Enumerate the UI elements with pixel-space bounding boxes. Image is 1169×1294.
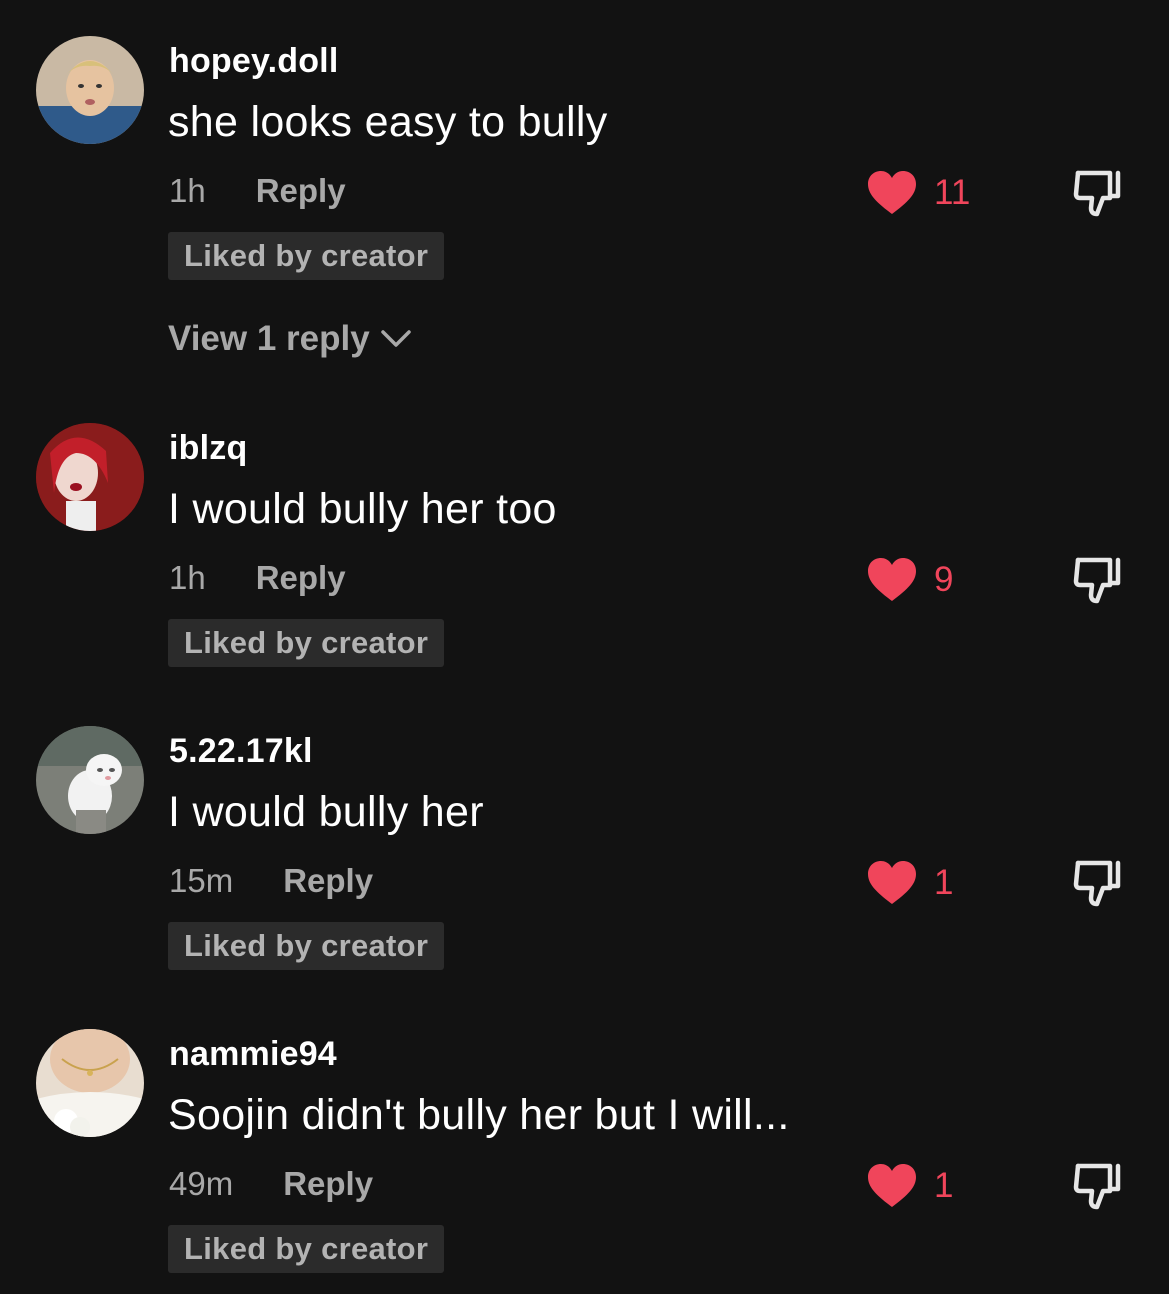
avatar[interactable] [36, 36, 144, 144]
like-button[interactable]: 1 [866, 860, 953, 906]
like-button[interactable]: 1 [866, 1163, 953, 1209]
comment-username[interactable]: hopey.doll [169, 42, 338, 81]
comment-timestamp: 15m [169, 862, 234, 899]
comment-timestamp: 49m [169, 1165, 234, 1202]
avatar-image [36, 36, 144, 144]
heart-icon [868, 1164, 916, 1207]
reply-button[interactable]: Reply [256, 559, 346, 597]
liked-by-creator-badge: Liked by creator [168, 619, 445, 667]
thumbs-down-icon [1073, 557, 1121, 604]
liked-by-creator-badge: Liked by creator [168, 232, 445, 280]
comment-username[interactable]: 5.22.17kl [169, 732, 313, 771]
comment-text: I would bully her [168, 788, 484, 836]
like-count: 9 [934, 560, 954, 599]
comment-timestamp: 1h [169, 172, 206, 209]
like-count: 1 [934, 1166, 954, 1205]
heart-icon [868, 861, 916, 904]
reply-button[interactable]: Reply [283, 862, 373, 900]
heart-icon [868, 558, 916, 601]
dislike-button[interactable] [1072, 555, 1124, 605]
avatar-image [36, 1029, 144, 1137]
liked-by-creator-badge: Liked by creator [168, 922, 445, 970]
avatar-image [36, 726, 144, 834]
dislike-button[interactable] [1072, 1161, 1124, 1211]
like-count: 11 [934, 173, 971, 212]
chevron-down-icon [380, 330, 411, 347]
like-count: 1 [934, 863, 954, 902]
reply-button[interactable]: Reply [283, 1165, 373, 1203]
avatar[interactable] [36, 423, 144, 531]
comment-timestamp: 1h [169, 559, 206, 596]
dislike-button[interactable] [1072, 168, 1124, 218]
view-replies-button[interactable]: View 1 reply [168, 319, 412, 359]
thumbs-down-icon [1073, 1163, 1121, 1210]
comment-meta: 49m Reply [169, 1165, 373, 1203]
comment-meta: 1h Reply [169, 172, 346, 210]
like-button[interactable]: 11 [866, 170, 970, 216]
reply-button[interactable]: Reply [256, 172, 346, 210]
thumbs-down-icon [1073, 860, 1121, 907]
thumbs-down-icon [1073, 170, 1121, 217]
dislike-button[interactable] [1072, 858, 1124, 908]
comment-meta: 1h Reply [169, 559, 346, 597]
comment-text: I would bully her too [168, 485, 557, 533]
avatar-image [36, 423, 144, 531]
like-button[interactable]: 9 [866, 557, 953, 603]
comment-text: she looks easy to bully [168, 98, 608, 146]
comment-meta: 15m Reply [169, 862, 373, 900]
heart-icon [868, 171, 916, 214]
comment-username[interactable]: nammie94 [169, 1035, 337, 1074]
avatar[interactable] [36, 1029, 144, 1137]
comment-text: Soojin didn't bully her but I will... [168, 1091, 790, 1139]
comment-username[interactable]: iblzq [169, 429, 247, 468]
liked-by-creator-badge: Liked by creator [168, 1225, 445, 1273]
view-replies-label: View 1 reply [168, 319, 370, 358]
avatar[interactable] [36, 726, 144, 834]
